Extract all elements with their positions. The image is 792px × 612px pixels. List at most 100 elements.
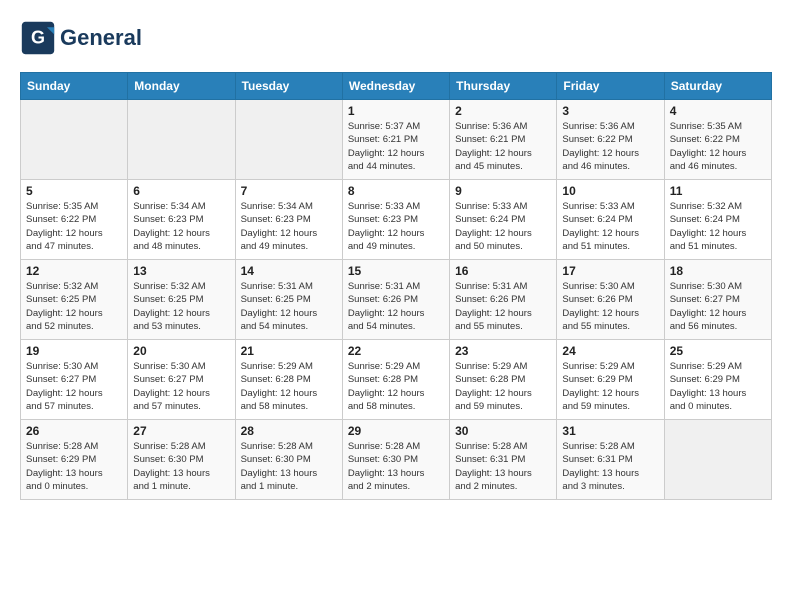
day-info: Sunrise: 5:28 AM Sunset: 6:31 PM Dayligh… xyxy=(455,440,551,493)
calendar-cell: 30 Sunrise: 5:28 AM Sunset: 6:31 PM Dayli… xyxy=(450,420,557,500)
day-number: 24 xyxy=(562,344,658,358)
day-number: 2 xyxy=(455,104,551,118)
calendar-cell: 9 Sunrise: 5:33 AM Sunset: 6:24 PM Daylig… xyxy=(450,180,557,260)
page-header: G General xyxy=(20,20,772,56)
day-number: 26 xyxy=(26,424,122,438)
calendar-cell: 6Sunrise: 5:34 AM Sunset: 6:23 PM Daylig… xyxy=(128,180,235,260)
weekday-header: Saturday xyxy=(664,73,771,100)
day-info: Sunrise: 5:30 AM Sunset: 6:26 PM Dayligh… xyxy=(562,280,658,333)
day-number: 27 xyxy=(133,424,229,438)
calendar-header: SundayMondayTuesdayWednesdayThursdayFrid… xyxy=(21,73,772,100)
day-number: 4 xyxy=(670,104,766,118)
calendar-cell: 26 Sunrise: 5:28 AM Sunset: 6:29 PM Dayli… xyxy=(21,420,128,500)
day-number: 13 xyxy=(133,264,229,278)
calendar-cell: 1 Sunrise: 5:37 AM Sunset: 6:21 PM Daylig… xyxy=(342,100,449,180)
day-number: 11 xyxy=(670,184,766,198)
day-number: 20 xyxy=(133,344,229,358)
day-number: 25 xyxy=(670,344,766,358)
calendar-cell: 8Sunrise: 5:33 AM Sunset: 6:23 PM Daylig… xyxy=(342,180,449,260)
calendar-cell: 23 Sunrise: 5:29 AM Sunset: 6:28 PM Dayli… xyxy=(450,340,557,420)
day-info: Sunrise: 5:31 AM Sunset: 6:26 PM Dayligh… xyxy=(348,280,444,333)
calendar-cell: 19 Sunrise: 5:30 AM Sunset: 6:27 PM Dayli… xyxy=(21,340,128,420)
day-number: 19 xyxy=(26,344,122,358)
calendar-cell: 11 Sunrise: 5:32 AM Sunset: 6:24 PM Dayli… xyxy=(664,180,771,260)
day-info: Sunrise: 5:32 AM Sunset: 6:25 PM Dayligh… xyxy=(26,280,122,333)
day-info: Sunrise: 5:35 AM Sunset: 6:22 PM Dayligh… xyxy=(670,120,766,173)
calendar-table: SundayMondayTuesdayWednesdayThursdayFrid… xyxy=(20,72,772,500)
weekday-row: SundayMondayTuesdayWednesdayThursdayFrid… xyxy=(21,73,772,100)
calendar-cell: 14 Sunrise: 5:31 AM Sunset: 6:25 PM Dayli… xyxy=(235,260,342,340)
day-number: 15 xyxy=(348,264,444,278)
day-number: 1 xyxy=(348,104,444,118)
day-number: 10 xyxy=(562,184,658,198)
calendar-week-row: 12 Sunrise: 5:32 AM Sunset: 6:25 PM Dayli… xyxy=(21,260,772,340)
day-info: Sunrise: 5:34 AM Sunset: 6:23 PM Dayligh… xyxy=(133,200,229,253)
calendar-week-row: 5 Sunrise: 5:35 AM Sunset: 6:22 PM Daylig… xyxy=(21,180,772,260)
calendar-cell: 22 Sunrise: 5:29 AM Sunset: 6:28 PM Dayli… xyxy=(342,340,449,420)
day-info: Sunrise: 5:28 AM Sunset: 6:31 PM Dayligh… xyxy=(562,440,658,493)
day-info: Sunrise: 5:31 AM Sunset: 6:25 PM Dayligh… xyxy=(241,280,337,333)
day-info: Sunrise: 5:31 AM Sunset: 6:26 PM Dayligh… xyxy=(455,280,551,333)
day-number: 14 xyxy=(241,264,337,278)
day-info: Sunrise: 5:35 AM Sunset: 6:22 PM Dayligh… xyxy=(26,200,122,253)
calendar-cell: 2 Sunrise: 5:36 AM Sunset: 6:21 PM Daylig… xyxy=(450,100,557,180)
day-info: Sunrise: 5:30 AM Sunset: 6:27 PM Dayligh… xyxy=(133,360,229,413)
day-number: 30 xyxy=(455,424,551,438)
day-info: Sunrise: 5:32 AM Sunset: 6:25 PM Dayligh… xyxy=(133,280,229,333)
day-info: Sunrise: 5:29 AM Sunset: 6:29 PM Dayligh… xyxy=(562,360,658,413)
day-info: Sunrise: 5:37 AM Sunset: 6:21 PM Dayligh… xyxy=(348,120,444,173)
day-number: 7 xyxy=(241,184,337,198)
calendar-week-row: 26 Sunrise: 5:28 AM Sunset: 6:29 PM Dayli… xyxy=(21,420,772,500)
day-number: 18 xyxy=(670,264,766,278)
calendar-week-row: 1 Sunrise: 5:37 AM Sunset: 6:21 PM Daylig… xyxy=(21,100,772,180)
day-info: Sunrise: 5:33 AM Sunset: 6:24 PM Dayligh… xyxy=(562,200,658,253)
calendar-cell: 5 Sunrise: 5:35 AM Sunset: 6:22 PM Daylig… xyxy=(21,180,128,260)
calendar-week-row: 19 Sunrise: 5:30 AM Sunset: 6:27 PM Dayli… xyxy=(21,340,772,420)
day-info: Sunrise: 5:30 AM Sunset: 6:27 PM Dayligh… xyxy=(670,280,766,333)
weekday-header: Friday xyxy=(557,73,664,100)
day-number: 23 xyxy=(455,344,551,358)
calendar-cell: 21Sunrise: 5:29 AM Sunset: 6:28 PM Dayli… xyxy=(235,340,342,420)
weekday-header: Sunday xyxy=(21,73,128,100)
day-info: Sunrise: 5:36 AM Sunset: 6:21 PM Dayligh… xyxy=(455,120,551,173)
day-number: 5 xyxy=(26,184,122,198)
svg-text:G: G xyxy=(31,27,45,47)
day-number: 12 xyxy=(26,264,122,278)
day-number: 21 xyxy=(241,344,337,358)
day-info: Sunrise: 5:28 AM Sunset: 6:29 PM Dayligh… xyxy=(26,440,122,493)
day-number: 22 xyxy=(348,344,444,358)
day-number: 17 xyxy=(562,264,658,278)
day-number: 31 xyxy=(562,424,658,438)
day-info: Sunrise: 5:33 AM Sunset: 6:24 PM Dayligh… xyxy=(455,200,551,253)
calendar-cell: 28Sunrise: 5:28 AM Sunset: 6:30 PM Dayli… xyxy=(235,420,342,500)
calendar-cell: 7Sunrise: 5:34 AM Sunset: 6:23 PM Daylig… xyxy=(235,180,342,260)
calendar-cell: 4 Sunrise: 5:35 AM Sunset: 6:22 PM Daylig… xyxy=(664,100,771,180)
calendar-cell: 10 Sunrise: 5:33 AM Sunset: 6:24 PM Dayli… xyxy=(557,180,664,260)
weekday-header: Thursday xyxy=(450,73,557,100)
calendar-cell xyxy=(235,100,342,180)
calendar-cell: 18 Sunrise: 5:30 AM Sunset: 6:27 PM Dayli… xyxy=(664,260,771,340)
calendar-cell: 12 Sunrise: 5:32 AM Sunset: 6:25 PM Dayli… xyxy=(21,260,128,340)
calendar-cell xyxy=(128,100,235,180)
day-info: Sunrise: 5:28 AM Sunset: 6:30 PM Dayligh… xyxy=(348,440,444,493)
day-number: 3 xyxy=(562,104,658,118)
day-info: Sunrise: 5:30 AM Sunset: 6:27 PM Dayligh… xyxy=(26,360,122,413)
calendar-cell: 13 Sunrise: 5:32 AM Sunset: 6:25 PM Dayli… xyxy=(128,260,235,340)
day-info: Sunrise: 5:29 AM Sunset: 6:28 PM Dayligh… xyxy=(455,360,551,413)
day-number: 29 xyxy=(348,424,444,438)
calendar-cell: 16Sunrise: 5:31 AM Sunset: 6:26 PM Dayli… xyxy=(450,260,557,340)
day-info: Sunrise: 5:28 AM Sunset: 6:30 PM Dayligh… xyxy=(241,440,337,493)
day-info: Sunrise: 5:29 AM Sunset: 6:28 PM Dayligh… xyxy=(348,360,444,413)
day-info: Sunrise: 5:28 AM Sunset: 6:30 PM Dayligh… xyxy=(133,440,229,493)
calendar-cell: 31 Sunrise: 5:28 AM Sunset: 6:31 PM Dayli… xyxy=(557,420,664,500)
day-number: 9 xyxy=(455,184,551,198)
calendar-cell: 15 Sunrise: 5:31 AM Sunset: 6:26 PM Dayli… xyxy=(342,260,449,340)
calendar-cell: 25Sunrise: 5:29 AM Sunset: 6:29 PM Dayli… xyxy=(664,340,771,420)
day-info: Sunrise: 5:32 AM Sunset: 6:24 PM Dayligh… xyxy=(670,200,766,253)
calendar-cell xyxy=(21,100,128,180)
calendar-cell: 27 Sunrise: 5:28 AM Sunset: 6:30 PM Dayli… xyxy=(128,420,235,500)
calendar-body: 1 Sunrise: 5:37 AM Sunset: 6:21 PM Daylig… xyxy=(21,100,772,500)
calendar-cell: 20 Sunrise: 5:30 AM Sunset: 6:27 PM Dayli… xyxy=(128,340,235,420)
day-number: 8 xyxy=(348,184,444,198)
logo-text: General xyxy=(60,26,142,50)
